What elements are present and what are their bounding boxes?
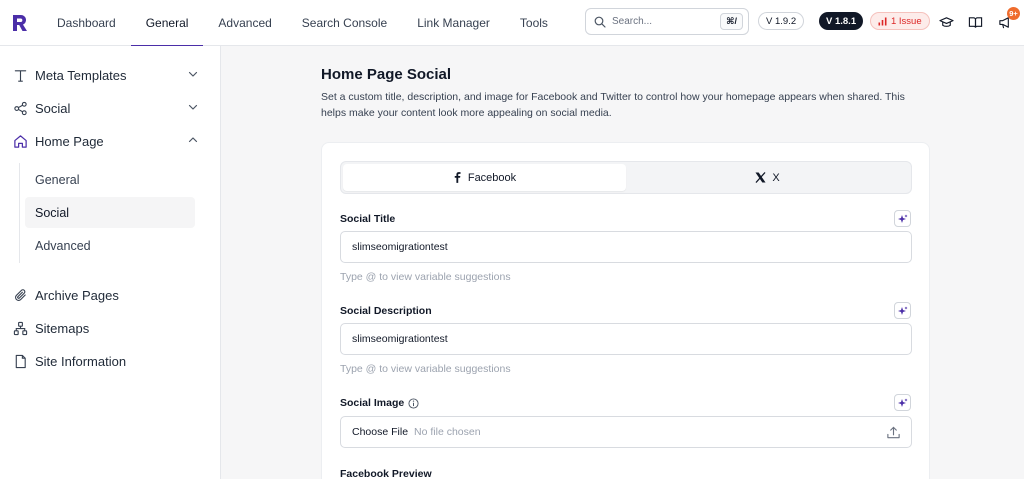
- social-description-input[interactable]: [340, 323, 912, 355]
- sidebar-item-label: Social: [35, 100, 71, 116]
- ai-generate-title-button[interactable]: [894, 210, 911, 227]
- social-title-hint: Type @ to view variable suggestions: [340, 271, 511, 283]
- sidebar-item-sitemaps[interactable]: Sitemaps: [0, 312, 221, 344]
- settings-card: Facebook X Social Title Type @ to view v…: [321, 142, 930, 479]
- submenu-rail: [19, 163, 20, 263]
- chevron-down-icon: [188, 104, 198, 110]
- facebook-icon: [454, 172, 461, 183]
- sidebar-item-label: Sitemaps: [35, 320, 90, 336]
- sidebar-item-label: Archive Pages: [35, 287, 119, 303]
- tab-facebook[interactable]: Facebook: [343, 164, 626, 191]
- search-shortcut: ⌘/: [720, 13, 743, 30]
- nav-general[interactable]: General: [130, 0, 204, 47]
- file-icon: [12, 353, 28, 369]
- social-description-label-text: Social Description: [340, 305, 432, 317]
- upload-icon[interactable]: [886, 425, 901, 440]
- social-description-hint: Type @ to view variable suggestions: [340, 363, 511, 375]
- sitemap-icon: [12, 320, 28, 336]
- chevron-up-icon: [188, 137, 198, 143]
- sidebar-item-meta-templates[interactable]: Meta Templates: [0, 59, 221, 91]
- search-input[interactable]: [612, 16, 712, 27]
- nav-dashboard[interactable]: Dashboard: [42, 0, 131, 46]
- paperclip-icon: [12, 287, 28, 303]
- signal-bars-icon: [878, 17, 887, 25]
- social-tabs: Facebook X: [340, 161, 912, 194]
- graduation-cap-icon[interactable]: [937, 13, 955, 31]
- main-content: Home Page Social Set a custom title, des…: [222, 46, 1024, 479]
- ai-generate-description-button[interactable]: [894, 302, 911, 319]
- nav-search-console[interactable]: Search Console: [287, 0, 402, 46]
- search-icon: [594, 15, 607, 28]
- chevron-down-icon: [188, 71, 198, 77]
- facebook-preview-label: Facebook Preview: [340, 468, 432, 479]
- sidebar-item-archive-pages[interactable]: Archive Pages: [0, 279, 221, 311]
- page-description: Set a custom title, description, and ima…: [321, 91, 905, 119]
- main-nav: Dashboard General Advanced Search Consol…: [42, 0, 563, 47]
- social-title-label: Social Title: [340, 213, 395, 225]
- nav-link-manager[interactable]: Link Manager: [402, 0, 505, 46]
- social-description-label: Social Description: [340, 305, 432, 317]
- tab-x[interactable]: X: [626, 164, 909, 191]
- sparkle-icon: [897, 306, 907, 315]
- notification-count: 9+: [1007, 7, 1020, 20]
- nav-advanced[interactable]: Advanced: [203, 0, 286, 46]
- version-badge-pro: V 1.8.1: [819, 12, 864, 30]
- nav-tools[interactable]: Tools: [505, 0, 563, 46]
- sidebar: Meta Templates Social Home Page General …: [0, 46, 221, 479]
- sparkle-icon: [897, 398, 907, 407]
- social-image-label: Social Image: [340, 397, 419, 409]
- sidebar-item-social[interactable]: Social: [0, 92, 221, 124]
- page-title: Home Page Social: [321, 66, 452, 83]
- sidebar-item-label: Site Information: [35, 353, 127, 369]
- info-icon[interactable]: [408, 397, 419, 409]
- sparkle-icon: [897, 214, 907, 223]
- social-image-label-text: Social Image: [340, 397, 405, 409]
- issues-badge[interactable]: 1 Issue: [870, 12, 930, 30]
- version-badge-free: V 1.9.2: [758, 12, 805, 30]
- issues-label: 1 Issue: [891, 15, 922, 27]
- sidebar-item-label: Home Page: [35, 133, 104, 149]
- sidebar-item-site-information[interactable]: Site Information: [0, 345, 221, 377]
- sidebar-subitem-general[interactable]: General: [25, 164, 195, 195]
- sidebar-subitem-advanced[interactable]: Advanced: [25, 230, 195, 261]
- social-title-label-text: Social Title: [340, 213, 396, 225]
- book-icon[interactable]: [966, 13, 984, 31]
- share-icon: [12, 100, 28, 116]
- social-image-file-input[interactable]: Choose File No file chosen: [340, 416, 912, 448]
- megaphone-icon[interactable]: 9+: [996, 7, 1020, 31]
- tab-label: X: [772, 171, 780, 184]
- no-file-text: No file chosen: [414, 426, 481, 438]
- search-box[interactable]: ⌘/: [585, 8, 749, 35]
- ai-generate-image-button[interactable]: [894, 394, 911, 411]
- sidebar-subitem-social[interactable]: Social: [25, 197, 195, 228]
- tab-label: Facebook: [467, 171, 517, 184]
- rankmath-logo-icon[interactable]: [2, 0, 38, 46]
- social-title-input[interactable]: [340, 231, 912, 263]
- x-logo-icon: [755, 172, 766, 183]
- home-icon: [12, 133, 28, 149]
- text-icon: [12, 67, 28, 83]
- sidebar-item-label: Meta Templates: [35, 67, 127, 83]
- top-bar: Dashboard General Advanced Search Consol…: [0, 0, 1024, 47]
- choose-file-button[interactable]: Choose File: [352, 426, 408, 438]
- sidebar-item-home-page[interactable]: Home Page: [0, 125, 221, 157]
